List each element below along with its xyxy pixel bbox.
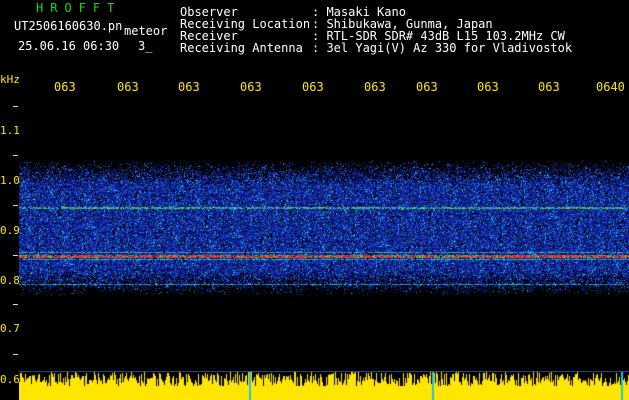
observation-datetime: 25.06.16 06:30 — [18, 39, 120, 53]
antenna-value: : 3el Yagi(V) Az 330 for Vladivostok — [312, 41, 573, 55]
freq-tick: 0.9 — [0, 224, 20, 237]
axis-tick-mark — [13, 106, 18, 107]
file-name: UT2506160630.pn — [14, 19, 123, 33]
axis-tick-mark — [13, 354, 18, 355]
axis-tick-mark — [13, 155, 18, 156]
time-tick: 063 — [178, 80, 200, 94]
freq-tick: 0.8 — [0, 274, 20, 287]
time-tick: 063 — [117, 80, 139, 94]
spectrogram-plot — [19, 95, 629, 371]
time-tick: 063 — [477, 80, 499, 94]
time-tick: 063 — [364, 80, 386, 94]
axis-tick-mark — [13, 205, 18, 206]
meteor-label: meteor — [124, 24, 168, 38]
time-tick: 063 — [416, 80, 438, 94]
antenna-key: Receiving Antenna — [180, 41, 303, 55]
meteor-count: 3_ — [138, 39, 153, 53]
signal-level-strip — [19, 371, 629, 400]
freq-tick: 0.6 — [0, 373, 20, 386]
time-tick: 063 — [54, 80, 76, 94]
freq-tick: 0.7 — [0, 322, 20, 335]
axis-tick-mark — [13, 255, 18, 256]
freq-tick: 1.1 — [0, 124, 20, 137]
time-tick: 0640 — [596, 80, 625, 94]
frequency-unit-label: kHz — [0, 73, 20, 86]
time-tick: 063 — [538, 80, 560, 94]
axis-tick-mark — [13, 304, 18, 305]
app-title: HROFFT — [36, 1, 122, 15]
time-tick: 063 — [240, 80, 262, 94]
freq-tick: 1.0 — [0, 174, 20, 187]
time-tick: 063 — [302, 80, 324, 94]
